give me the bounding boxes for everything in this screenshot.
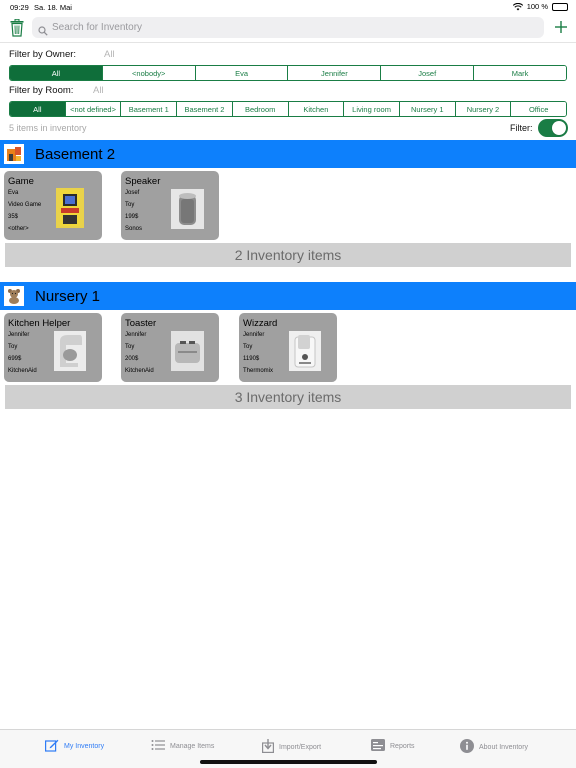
room-segment[interactable]: Kitchen — [288, 102, 345, 116]
add-button[interactable] — [553, 19, 569, 35]
search-input[interactable] — [52, 22, 532, 33]
toggle-knob — [552, 121, 566, 135]
item-brand: KitchenAid — [125, 368, 154, 374]
item-name: Toaster — [125, 318, 157, 329]
item-price: 200$ — [125, 356, 139, 362]
section-header-nursery-1: Nursery 1 — [0, 282, 576, 310]
room-filter-value: All — [93, 85, 104, 96]
item-brand: KitchenAid — [8, 368, 37, 374]
tab-my-inventory[interactable]: My Inventory — [45, 739, 104, 754]
tab-manage-items[interactable]: Manage Items — [151, 739, 214, 753]
room-segment[interactable]: Bedroom — [232, 102, 289, 116]
tab-about-inventory[interactable]: About Inventory — [460, 739, 528, 755]
item-category: Toy — [125, 202, 135, 208]
kitchen-mixer-image — [54, 331, 86, 371]
header-divider — [0, 42, 576, 43]
tab-label: Import/Export — [279, 743, 322, 751]
reports-icon — [371, 739, 385, 753]
owner-segment[interactable]: <nobody> — [102, 66, 196, 80]
teddy-bear-icon — [4, 286, 24, 306]
item-price: 1190$ — [243, 356, 260, 362]
owner-segment[interactable]: Jennifer — [288, 66, 382, 80]
section-title: Nursery 1 — [35, 287, 101, 305]
item-owner: Eva — [8, 190, 19, 196]
item-price: 699$ — [8, 356, 22, 362]
tab-label: Manage Items — [170, 742, 215, 750]
wifi-icon — [512, 2, 523, 11]
filter-toggle-label: Filter: — [510, 123, 533, 133]
filter-toggle[interactable] — [538, 119, 568, 137]
room-segmented-control[interactable]: All <not defined> Basement 1 Basement 2 Bedr… — [9, 101, 567, 117]
tab-label: About Inventory — [479, 743, 529, 751]
item-card[interactable]: Wizzard Jennifer Toy 1190$ Thermomix — [239, 313, 337, 382]
thermomix-image — [289, 331, 321, 371]
search-field[interactable] — [32, 17, 544, 38]
item-category: Video Game — [8, 202, 42, 208]
owner-segmented-control[interactable]: All <nobody> Eva Jennifer Josef Mark — [9, 65, 567, 81]
items-count: 5 items in inventory — [9, 123, 87, 133]
owner-segment[interactable]: All — [10, 66, 103, 80]
toaster-image — [171, 331, 204, 371]
room-segment[interactable]: Basement 1 — [121, 102, 178, 116]
info-icon — [460, 739, 474, 755]
room-segment[interactable]: All — [10, 102, 66, 116]
room-segment[interactable]: Nursery 2 — [455, 102, 512, 116]
section-header-basement-2: Basement 2 — [0, 140, 576, 168]
item-card[interactable]: Speaker Josef Toy 199$ Sonos — [121, 171, 219, 240]
item-price: 35$ — [8, 214, 19, 220]
home-indicator — [200, 760, 377, 764]
item-name: Speaker — [125, 176, 161, 187]
basement-icon — [4, 144, 24, 164]
item-owner: Jennifer — [125, 332, 147, 338]
trash-icon[interactable] — [10, 18, 24, 37]
plus-icon — [553, 21, 569, 39]
list-icon — [151, 739, 165, 753]
section-title: Basement 2 — [35, 145, 116, 163]
item-name: Wizzard — [243, 318, 278, 329]
import-export-icon — [262, 739, 275, 755]
room-segment[interactable]: Basement 2 — [177, 102, 233, 116]
status-right: 100 % — [512, 2, 568, 11]
item-card[interactable]: Kitchen Helper Jennifer Toy 699$ Kitchen… — [4, 313, 102, 382]
item-brand: Thermomix — [243, 368, 274, 374]
room-segment[interactable]: Nursery 1 — [399, 102, 456, 116]
item-category: Toy — [243, 344, 253, 350]
battery-percent: 100 % — [526, 2, 548, 11]
speaker-image — [171, 189, 204, 229]
room-segment[interactable]: Office — [511, 102, 566, 116]
item-owner: Jennifer — [243, 332, 265, 338]
owner-segment[interactable]: Mark — [474, 66, 566, 80]
item-card[interactable]: Game Eva Video Game 35$ <other> — [4, 171, 102, 240]
tab-import-export[interactable]: Import/Export — [262, 739, 321, 755]
item-card[interactable]: Toaster Jennifer Toy 200$ KitchenAid — [121, 313, 219, 382]
owner-segment[interactable]: Eva — [195, 66, 289, 80]
item-name: Game — [8, 176, 34, 187]
owner-segment[interactable]: Josef — [381, 66, 475, 80]
room-filter-label: Filter by Room: — [9, 85, 74, 96]
status-bar: 09:29 Sa. 18. Mai 100 % — [0, 0, 576, 14]
item-brand: <other> — [8, 226, 29, 232]
battery-icon — [552, 2, 568, 11]
item-owner: Josef — [125, 190, 140, 196]
room-segment[interactable]: <not defined> — [65, 102, 122, 116]
item-name: Kitchen Helper — [8, 318, 71, 329]
tab-label: Reports — [390, 742, 415, 750]
status-date: Sa. 18. Mai — [34, 3, 72, 12]
edit-square-icon — [45, 739, 59, 754]
arcade-machine-image — [56, 188, 84, 228]
room-segment[interactable]: Living room — [344, 102, 400, 116]
tab-label: My Inventory — [64, 743, 105, 750]
owner-filter-value: All — [104, 49, 115, 60]
item-category: Toy — [8, 344, 18, 350]
section-summary: 3 Inventory items — [5, 385, 571, 409]
tab-reports[interactable]: Reports — [371, 739, 415, 753]
status-time: 09:29 — [10, 3, 29, 12]
owner-filter-label: Filter by Owner: — [9, 49, 77, 60]
search-icon — [38, 23, 48, 36]
item-price: 199$ — [125, 214, 139, 220]
section-summary: 2 Inventory items — [5, 243, 571, 267]
item-owner: Jennifer — [8, 332, 30, 338]
item-brand: Sonos — [125, 226, 143, 232]
item-category: Toy — [125, 344, 135, 350]
